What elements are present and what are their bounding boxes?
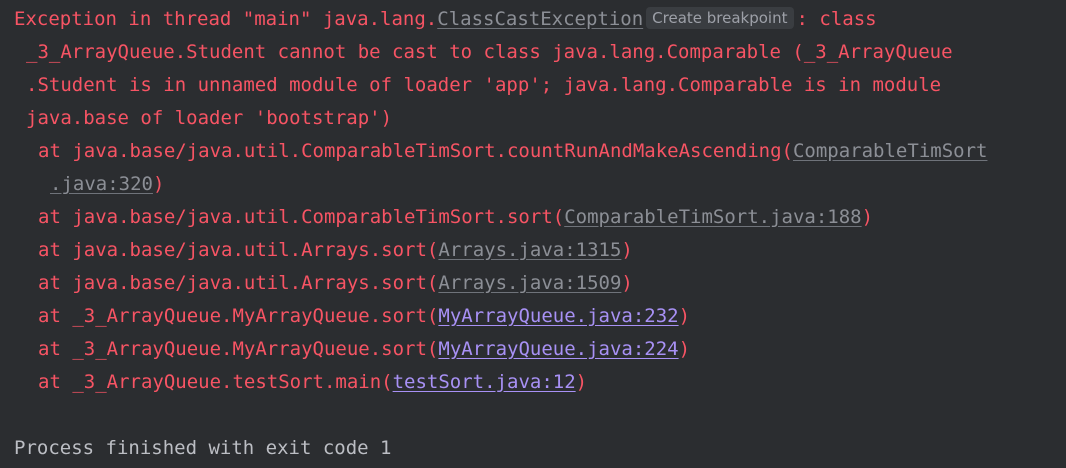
run-console-output: Exception in thread "main" java.lang.Cla…: [0, 0, 1066, 468]
stack-frame: at _3_ArrayQueue.MyArrayQueue.sort(MyArr…: [38, 300, 690, 333]
exception-message-line-2: _3_ArrayQueue.Student cannot be cast to …: [26, 41, 953, 63]
stack-frame-text: at java.base/java.util.Arrays.sort(: [38, 272, 439, 294]
stack-frame: at java.base/java.util.Arrays.sort(Array…: [38, 267, 633, 300]
stack-frame: at java.base/java.util.Arrays.sort(Array…: [38, 234, 633, 267]
stack-frame-link[interactable]: MyArrayQueue.java:232: [438, 305, 678, 327]
stack-frame-link[interactable]: ComparableTimSort.java:188: [564, 206, 861, 228]
exception-message-line-4: java.base of loader 'bootstrap'): [26, 107, 393, 129]
exception-suffix: : class: [796, 8, 877, 30]
stack-frame-close-paren: ): [678, 305, 691, 327]
stack-frame: at java.base/java.util.ComparableTimSort…: [38, 135, 987, 168]
stack-frame-close-paren: ): [575, 371, 588, 393]
stack-frame-text: at java.base/java.util.Arrays.sort(: [38, 239, 439, 261]
stack-frame-link[interactable]: ComparableTimSort: [793, 140, 987, 162]
stack-frame: at _3_ArrayQueue.testSort.main(testSort.…: [38, 366, 587, 399]
stack-frame-link[interactable]: MyArrayQueue.java:224: [438, 338, 678, 360]
stack-frame-close-paren: ): [678, 338, 691, 360]
stack-frame-text: at _3_ArrayQueue.MyArrayQueue.sort(: [38, 305, 439, 327]
exception-class-link[interactable]: ClassCastException: [437, 8, 643, 30]
stack-frame: at _3_ArrayQueue.MyArrayQueue.sort(MyArr…: [38, 333, 690, 366]
stack-frame-link[interactable]: Arrays.java:1315: [438, 239, 621, 261]
stack-frame-link[interactable]: testSort.java:12: [393, 371, 576, 393]
stack-frame-text: at _3_ArrayQueue.testSort.main(: [38, 371, 393, 393]
stack-frame-link[interactable]: Arrays.java:1509: [438, 272, 621, 294]
exception-prefix: Exception in thread "main" java.lang.: [14, 8, 438, 30]
stack-frame-continuation: .java:320): [50, 168, 164, 201]
process-exit-message: Process finished with exit code 1: [14, 437, 392, 459]
stack-frame-text: at _3_ArrayQueue.MyArrayQueue.sort(: [38, 338, 439, 360]
create-breakpoint-button[interactable]: Create breakpoint: [646, 7, 794, 29]
stack-frame-close-paren: ): [152, 173, 165, 195]
stack-frame-text: at java.base/java.util.ComparableTimSort…: [38, 206, 565, 228]
exception-header-line: Exception in thread "main" java.lang.Cla…: [14, 3, 877, 36]
stack-frame-close-paren: ): [861, 206, 874, 228]
stack-frame-text: at java.base/java.util.ComparableTimSort…: [38, 140, 793, 162]
stack-frame-close-paren: ): [621, 272, 633, 294]
stack-frame-link-continuation[interactable]: .java:320: [50, 173, 153, 195]
stack-frame: at java.base/java.util.ComparableTimSort…: [38, 201, 873, 234]
stack-frame-close-paren: ): [621, 239, 633, 261]
exception-message-line-3: .Student is in unnamed module of loader …: [26, 74, 942, 96]
